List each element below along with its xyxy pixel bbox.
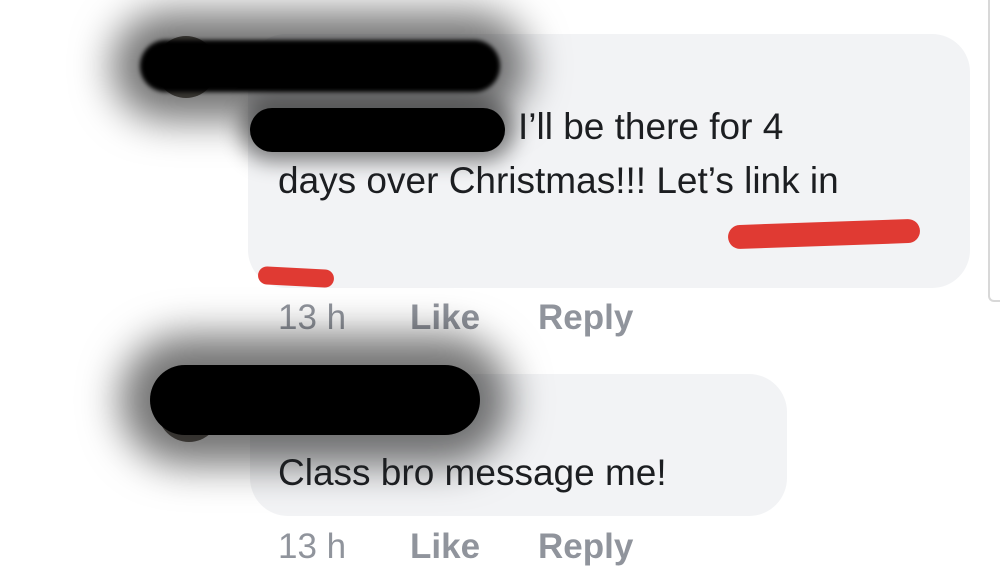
redacted-author-name: [140, 40, 500, 92]
comment-actions: 13 h Like Reply: [278, 527, 633, 567]
comment-text: I’ll be there for 4 days over Christmas!…: [278, 100, 938, 208]
reply-button[interactable]: Reply: [538, 527, 633, 567]
reply-button[interactable]: Reply: [538, 298, 633, 338]
redacted-author-name: [150, 365, 480, 435]
timestamp[interactable]: 13 h: [278, 298, 410, 338]
scrollbar[interactable]: [988, 0, 1000, 302]
timestamp[interactable]: 13 h: [278, 527, 410, 567]
comment-actions: 13 h Like Reply: [278, 298, 633, 338]
comment-text-rest: days over Christmas!!! Let’s link in: [278, 160, 839, 201]
comment-text-line1: I’ll be there for 4: [518, 106, 784, 147]
red-underline-annotation: [257, 266, 335, 288]
like-button[interactable]: Like: [410, 527, 538, 567]
like-button[interactable]: Like: [410, 298, 538, 338]
comment-text: Class bro message me!: [278, 452, 667, 493]
